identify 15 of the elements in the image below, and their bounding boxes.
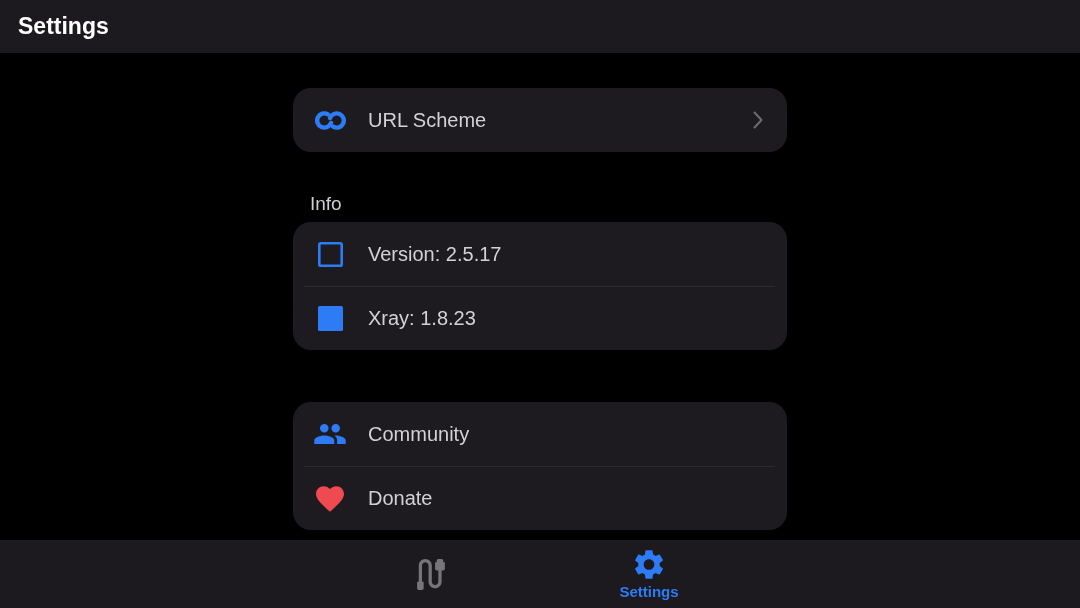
- people-icon: [314, 424, 346, 444]
- square-icon: [317, 306, 343, 331]
- settings-icon: [635, 548, 663, 580]
- page-title: Settings: [18, 13, 109, 40]
- settings-item[interactable]: Xray: 1.8.23: [304, 286, 775, 350]
- settings-item[interactable]: Version: 2.5.17: [304, 222, 775, 286]
- link-icon: [314, 110, 346, 130]
- settings-item[interactable]: Community: [304, 402, 775, 466]
- nav-tab[interactable]: Settings: [540, 540, 758, 608]
- section-header: Info: [310, 192, 342, 216]
- heart-icon: [316, 485, 344, 512]
- settings-item[interactable]: Donate: [304, 466, 775, 530]
- settings-item[interactable]: URL Scheme: [304, 88, 775, 152]
- square-outline-icon: [317, 241, 343, 267]
- cable-icon: [417, 558, 445, 590]
